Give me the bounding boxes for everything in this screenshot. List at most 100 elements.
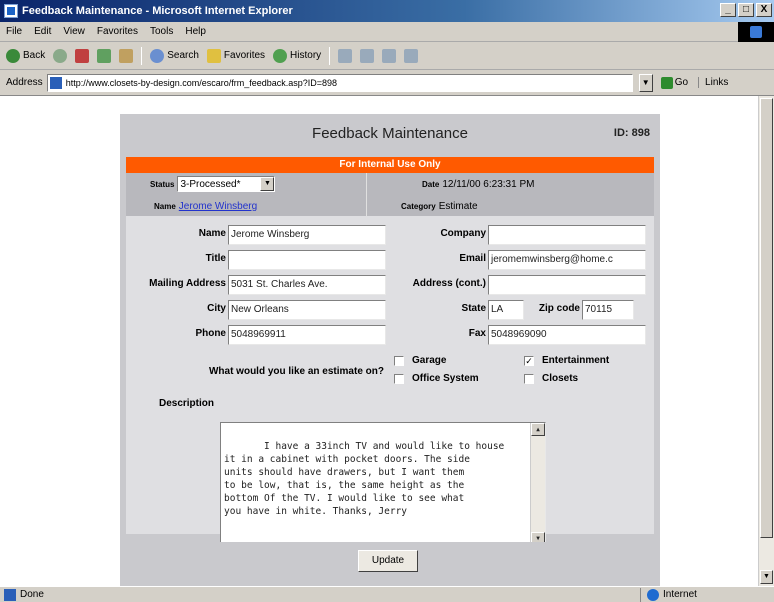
title-field-label: Title (205, 253, 226, 264)
record-id: ID: 898 (613, 127, 650, 139)
back-label: Back (23, 50, 46, 61)
title-field[interactable] (228, 250, 386, 270)
refresh-icon[interactable] (97, 48, 112, 63)
menu-favorites[interactable]: Favorites (97, 26, 138, 37)
customer-name-link[interactable]: Jerome Winsberg (179, 201, 257, 212)
menu-help[interactable]: Help (185, 26, 206, 37)
stop-icon[interactable] (75, 48, 90, 63)
date-label: Date (422, 179, 440, 189)
back-arrow-icon (6, 48, 20, 63)
menu-view[interactable]: View (63, 26, 85, 37)
menu-bar: File Edit View Favorites Tools Help (0, 22, 774, 42)
maximize-button[interactable]: □ (738, 3, 754, 17)
address-cont-field[interactable] (488, 275, 646, 295)
browser-toolbar: Back Search Favorites History (0, 42, 774, 70)
page-title: Feedback Maintenance (312, 125, 468, 142)
status-row: Status 3-Processed* ▼ Date 12/11/00 6:23… (126, 173, 654, 195)
description-label: Description (158, 398, 214, 409)
name-field[interactable]: Jerome Winsberg (228, 225, 386, 245)
windows-logo-icon (738, 22, 774, 42)
state-field-label: State (461, 303, 486, 314)
page-done-icon (4, 588, 16, 601)
zip-field-label: Zip code (538, 303, 580, 314)
office-system-checkbox[interactable] (394, 374, 404, 384)
entertainment-checkbox[interactable]: ✓ (524, 356, 534, 366)
description-textarea[interactable]: I have a 33inch TV and would like to hou… (220, 422, 546, 546)
toolbar-separator (141, 46, 143, 65)
home-icon[interactable] (119, 48, 134, 63)
favorites-icon (206, 48, 221, 63)
description-text: I have a 33inch TV and would like to hou… (224, 441, 505, 517)
page-icon (49, 76, 62, 89)
page-viewport: Feedback Maintenance ID: 898 For Interna… (0, 96, 758, 586)
category-value: Estimate (438, 200, 478, 212)
closets-label: Closets (542, 373, 579, 384)
update-button[interactable]: Update (358, 550, 418, 572)
name-field-label: Name (198, 228, 226, 239)
city-field[interactable]: New Orleans (228, 300, 386, 320)
history-icon (273, 48, 288, 63)
closets-checkbox[interactable] (524, 374, 534, 384)
scroll-up-icon[interactable]: ▲ (531, 423, 545, 436)
feedback-panel: Feedback Maintenance ID: 898 For Interna… (120, 114, 660, 586)
phone-field[interactable]: 5048969911 (228, 325, 386, 345)
window-title: Feedback Maintenance - Microsoft Interne… (22, 5, 293, 17)
go-arrow-icon (660, 76, 673, 89)
close-button[interactable]: X (756, 3, 772, 17)
scrollbar-thumb[interactable] (760, 98, 773, 538)
menu-edit[interactable]: Edit (34, 26, 51, 37)
description-scrollbar[interactable]: ▲ ▼ (530, 423, 545, 545)
row-divider (366, 195, 367, 217)
history-button[interactable]: History (273, 48, 322, 63)
garage-label: Garage (412, 355, 447, 366)
panel-footer: Update (120, 542, 660, 586)
ie-app-icon (4, 4, 18, 18)
estimate-question: What would you like an estimate on? (208, 366, 384, 377)
address-label: Address (6, 77, 43, 88)
page-scrollbar[interactable]: ▼ (758, 96, 774, 586)
favorites-button[interactable]: Favorites (206, 48, 266, 63)
toolbar-separator (329, 46, 331, 65)
name-row: Name Jerome Winsberg Category Estimate (126, 195, 654, 217)
forward-button[interactable] (53, 48, 68, 63)
panel-header: Feedback Maintenance ID: 898 (120, 114, 660, 154)
print-icon[interactable] (360, 48, 375, 63)
go-button[interactable]: Go (660, 76, 688, 89)
mail-icon[interactable] (338, 48, 353, 63)
history-label: History (290, 50, 322, 61)
fax-field[interactable]: 5048969090 (488, 325, 646, 345)
address-dropdown-button[interactable]: ▼ (638, 73, 653, 92)
address-input[interactable]: http://www.closets-by-design.com/escaro/… (46, 73, 633, 92)
back-button[interactable]: Back (6, 48, 46, 63)
window-titlebar: Feedback Maintenance - Microsoft Interne… (0, 0, 774, 22)
discuss-icon[interactable] (404, 48, 419, 63)
company-field[interactable] (488, 225, 646, 245)
name-label: Name (154, 201, 176, 211)
scroll-down-arrow-icon[interactable]: ▼ (760, 570, 773, 584)
chevron-down-icon: ▼ (260, 177, 275, 191)
state-field[interactable]: LA (488, 300, 524, 320)
search-button[interactable]: Search (150, 48, 199, 63)
favorites-label: Favorites (223, 50, 266, 61)
email-field-label: Email (459, 253, 486, 264)
garage-checkbox[interactable] (394, 356, 404, 366)
edit-icon[interactable] (382, 48, 397, 63)
status-bar: Done Internet (0, 586, 774, 602)
city-field-label: City (207, 303, 226, 314)
company-field-label: Company (440, 228, 486, 239)
mailing-address-field[interactable]: 5031 St. Charles Ave. (228, 275, 386, 295)
menu-file[interactable]: File (6, 26, 22, 37)
email-field[interactable]: jeromemwinsberg@home.c (488, 250, 646, 270)
row-divider (366, 173, 367, 195)
menu-tools[interactable]: Tools (150, 26, 173, 37)
date-value: 12/11/00 6:23:31 PM (442, 178, 535, 190)
links-button[interactable]: Links (698, 77, 728, 88)
address-url: http://www.closets-by-design.com/escaro/… (65, 77, 338, 88)
minimize-button[interactable]: _ (720, 3, 736, 17)
forward-arrow-icon (53, 48, 68, 63)
status-select[interactable]: 3-Processed* ▼ (177, 176, 276, 192)
zip-field[interactable]: 70115 (582, 300, 634, 320)
address-cont-label: Address (cont.) (412, 278, 486, 289)
phone-field-label: Phone (195, 328, 226, 339)
entertainment-label: Entertainment (542, 355, 610, 366)
